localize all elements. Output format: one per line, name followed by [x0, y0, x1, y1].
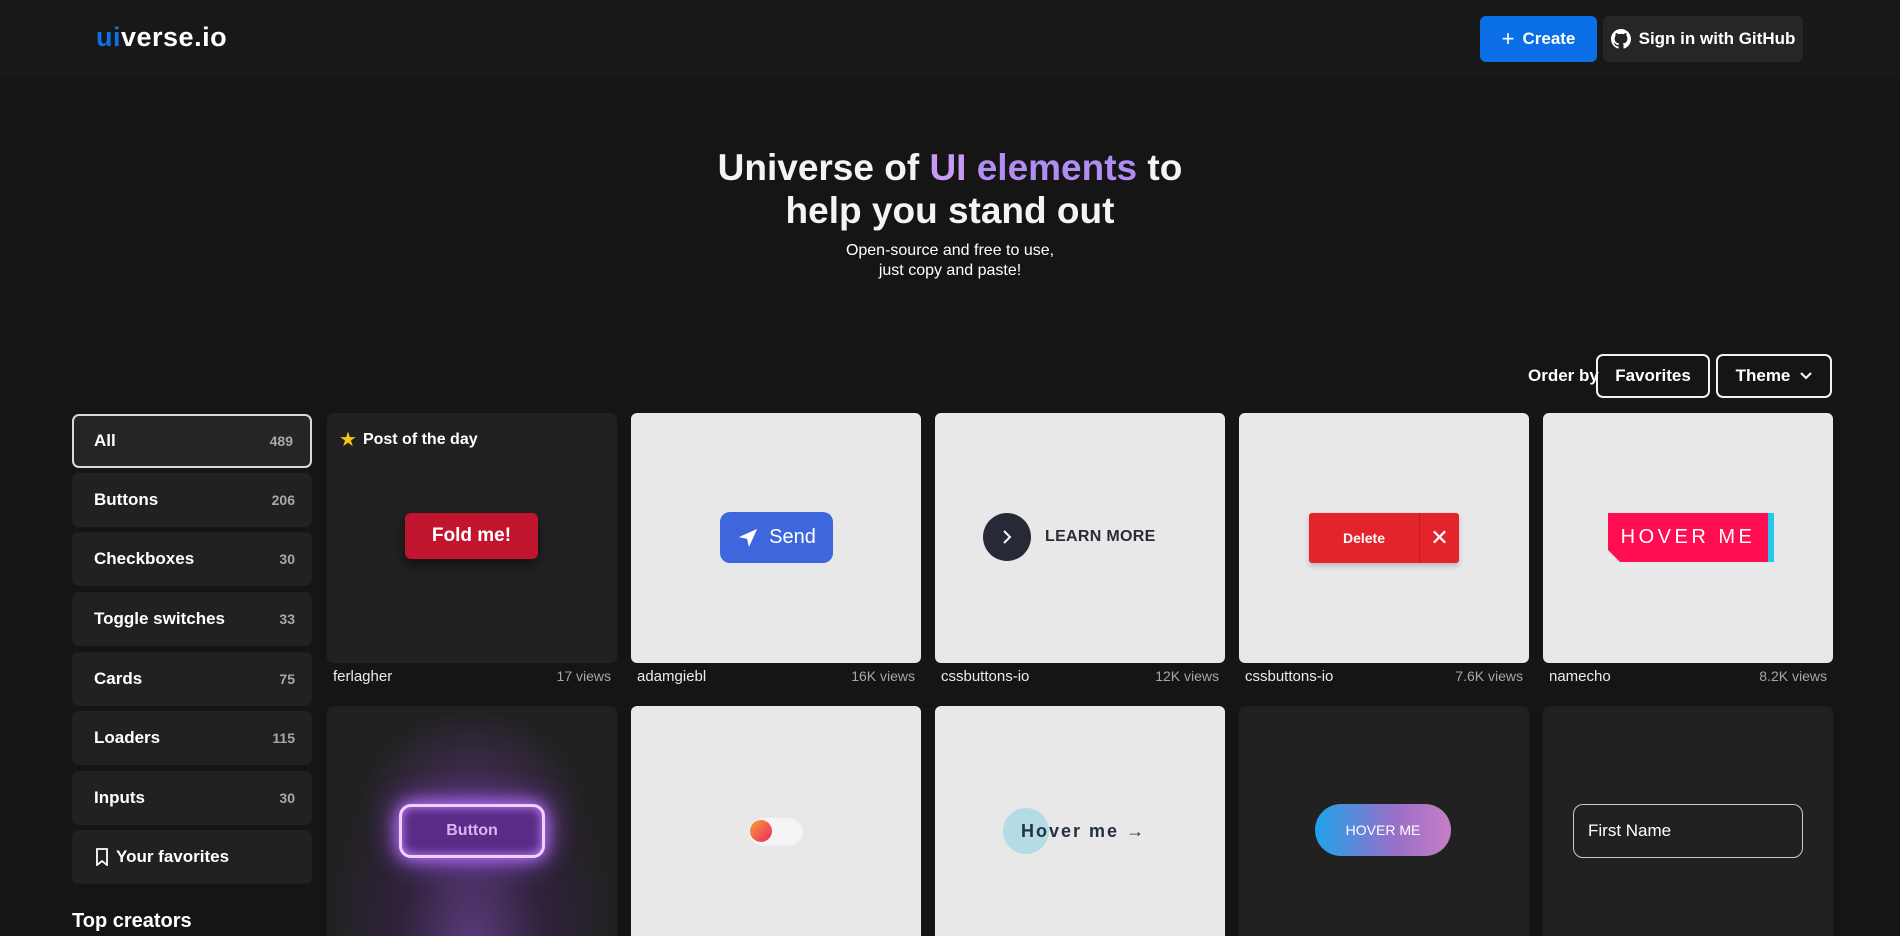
- component-card[interactable]: Send: [631, 413, 921, 663]
- post-of-the-day-badge: ★ Post of the day: [339, 429, 478, 451]
- github-icon: [1610, 29, 1631, 49]
- first-name-input[interactable]: First Name: [1573, 804, 1803, 858]
- sidebar-item-cards[interactable]: Cards 75: [72, 652, 312, 706]
- card-views: 8.2K views: [1759, 668, 1827, 684]
- sidebar-item-inputs[interactable]: Inputs 30: [72, 771, 312, 825]
- sidebar-item-checkboxes[interactable]: Checkboxes 30: [72, 532, 312, 586]
- card-author[interactable]: namecho: [1549, 668, 1611, 685]
- component-card[interactable]: HOVER ME: [1239, 706, 1529, 936]
- order-by-label: Order by: [1528, 366, 1599, 385]
- toggle-knob: [750, 820, 772, 842]
- learn-more-button[interactable]: LEARN MORE: [983, 513, 1156, 561]
- hero-subtitle: Open-source and free to use, just copy a…: [845, 242, 1055, 279]
- hero-title: Universe of UI elements to help you stan…: [717, 147, 1183, 231]
- card-author[interactable]: ferlagher: [333, 668, 392, 685]
- sidebar-item-toggle-switches[interactable]: Toggle switches 33: [72, 592, 312, 646]
- glow-button[interactable]: Button: [399, 804, 545, 858]
- arrow-right-icon: →: [1126, 820, 1147, 841]
- toggle-switch[interactable]: [748, 816, 804, 846]
- component-card[interactable]: Delete ✕: [1239, 413, 1529, 663]
- bookmark-icon: [96, 848, 108, 866]
- favorites-button[interactable]: Favorites: [1596, 354, 1710, 398]
- card-views: 12K views: [1155, 668, 1219, 684]
- top-creators-heading: Top creators: [72, 910, 192, 932]
- sidebar-item-loaders[interactable]: Loaders 115: [72, 711, 312, 765]
- component-card[interactable]: LEARN MORE: [935, 413, 1225, 663]
- gradient-hover-button[interactable]: HOVER ME: [1315, 804, 1451, 856]
- chevron-right-icon: [983, 513, 1031, 561]
- card-author[interactable]: cssbuttons-io: [941, 668, 1029, 685]
- hover-me-arrow-button[interactable]: Hover me →: [1003, 808, 1144, 854]
- component-card[interactable]: HOVER ME: [1543, 413, 1833, 663]
- top-header: uiverse.io + Create Sign in with GitHub: [0, 0, 1900, 78]
- component-card[interactable]: ★ Post of the day Fold me!: [327, 413, 617, 663]
- card-views: 16K views: [851, 668, 915, 684]
- component-card[interactable]: First Name: [1543, 706, 1833, 936]
- hover-me-button[interactable]: HOVER ME: [1608, 513, 1768, 562]
- theme-dropdown[interactable]: Theme: [1716, 354, 1832, 398]
- star-icon: ★: [339, 429, 357, 451]
- logo[interactable]: uiverse.io: [96, 22, 227, 53]
- card-meta: cssbuttons-io 12K views: [935, 666, 1225, 686]
- card-meta: namecho 8.2K views: [1543, 666, 1833, 686]
- component-card[interactable]: Button: [327, 706, 617, 936]
- github-signin-button[interactable]: Sign in with GitHub: [1603, 16, 1803, 62]
- fold-me-button[interactable]: Fold me!: [405, 513, 538, 559]
- component-card[interactable]: Hover me →: [935, 706, 1225, 936]
- create-button[interactable]: + Create: [1480, 16, 1597, 62]
- chevron-down-icon: [1800, 372, 1813, 380]
- card-views: 7.6K views: [1455, 668, 1523, 684]
- card-author[interactable]: adamgiebl: [637, 668, 706, 685]
- card-meta: ferlagher 17 views: [327, 666, 617, 686]
- close-icon: ✕: [1430, 525, 1449, 550]
- component-card[interactable]: [631, 706, 921, 936]
- card-author[interactable]: cssbuttons-io: [1245, 668, 1333, 685]
- card-meta: adamgiebl 16K views: [631, 666, 921, 686]
- delete-button[interactable]: Delete ✕: [1309, 513, 1459, 563]
- plus-icon: +: [1501, 26, 1515, 51]
- sidebar-item-favorites[interactable]: Your favorites: [72, 830, 312, 884]
- sidebar-item-all[interactable]: All 489: [72, 414, 312, 468]
- sidebar-item-buttons[interactable]: Buttons 206: [72, 473, 312, 527]
- paper-plane-icon: [738, 528, 758, 547]
- send-button[interactable]: Send: [720, 512, 833, 563]
- card-views: 17 views: [556, 668, 611, 684]
- card-meta: cssbuttons-io 7.6K views: [1239, 666, 1529, 686]
